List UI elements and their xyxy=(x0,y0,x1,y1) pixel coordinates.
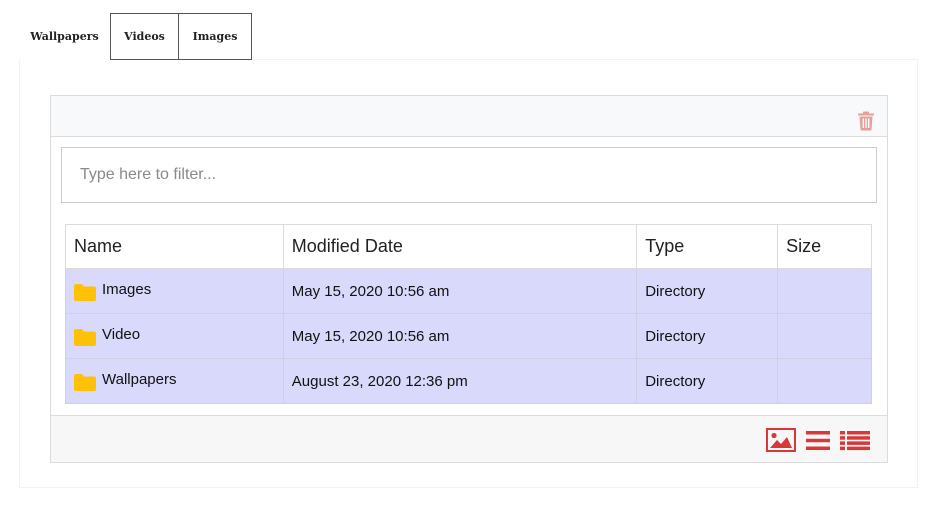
file-name: Wallpapers xyxy=(102,370,177,388)
folder-icon xyxy=(74,283,96,301)
folder-icon xyxy=(74,373,96,391)
tab-wallpapers[interactable]: Wallpapers xyxy=(19,13,110,60)
cell-type: Directory xyxy=(636,268,779,314)
column-header-name[interactable]: Name xyxy=(65,224,284,269)
trash-icon[interactable] xyxy=(857,111,875,131)
cell-size xyxy=(777,268,872,314)
file-name-link[interactable]: Images xyxy=(74,280,275,301)
cell-modified: May 15, 2020 10:56 am xyxy=(282,313,638,359)
table-header-row: Name Modified Date Type Size xyxy=(65,224,872,269)
cell-size xyxy=(777,313,872,359)
table-row[interactable]: Wallpapers August 23, 2020 12:36 pm Dire… xyxy=(65,358,872,404)
cell-modified: May 15, 2020 10:56 am xyxy=(282,268,638,314)
file-name: Images xyxy=(102,280,152,298)
view-switcher xyxy=(766,428,870,452)
list-view-icon[interactable] xyxy=(806,430,830,451)
file-table: Name Modified Date Type Size Images May … xyxy=(65,224,872,404)
file-browser-card: Name Modified Date Type Size Images xyxy=(50,95,888,463)
file-name-link[interactable]: Video xyxy=(74,325,275,346)
card-footer xyxy=(51,415,887,462)
column-header-modified[interactable]: Modified Date xyxy=(282,224,638,269)
card-header xyxy=(51,96,887,137)
cell-size xyxy=(777,358,872,404)
cell-name[interactable]: Images xyxy=(65,268,284,314)
file-name: Video xyxy=(102,325,141,343)
folder-icon xyxy=(74,328,96,346)
tab-bar: Wallpapers Videos Images xyxy=(19,13,252,60)
column-header-type[interactable]: Type xyxy=(636,224,779,269)
column-header-size[interactable]: Size xyxy=(777,224,872,269)
cell-modified: August 23, 2020 12:36 pm xyxy=(282,358,638,404)
cell-type: Directory xyxy=(636,358,779,404)
table-row[interactable]: Video May 15, 2020 10:56 am Directory xyxy=(65,313,872,359)
file-name-link[interactable]: Wallpapers xyxy=(74,370,275,391)
cell-name[interactable]: Video xyxy=(65,313,284,359)
table-row[interactable]: Images May 15, 2020 10:56 am Directory xyxy=(65,268,872,314)
image-view-icon[interactable] xyxy=(766,428,796,452)
filter-input[interactable] xyxy=(61,147,877,203)
tab-images[interactable]: Images xyxy=(179,13,252,60)
detail-list-view-icon[interactable] xyxy=(840,430,870,451)
cell-name[interactable]: Wallpapers xyxy=(65,358,284,404)
cell-type: Directory xyxy=(636,313,779,359)
tab-videos[interactable]: Videos xyxy=(110,13,179,60)
file-manager-page: Wallpapers Videos Images Type here to fi… xyxy=(0,0,942,524)
